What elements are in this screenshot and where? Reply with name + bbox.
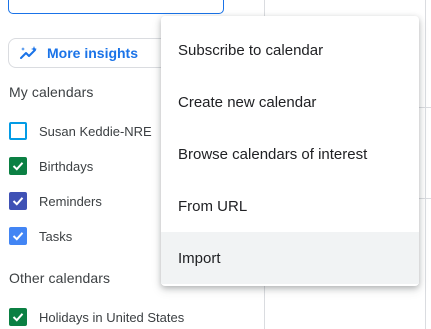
- menu-item-create-new[interactable]: Create new calendar: [161, 76, 419, 128]
- check-icon: [12, 162, 24, 171]
- other-calendars-heading[interactable]: Other calendars: [9, 270, 110, 286]
- my-calendars-heading[interactable]: My calendars: [9, 84, 93, 100]
- add-calendar-menu: Subscribe to calendar Create new calenda…: [161, 16, 419, 286]
- search-people-input[interactable]: [8, 0, 224, 14]
- checkbox-reminders[interactable]: [9, 192, 27, 210]
- calendar-grid-divider: [425, 0, 426, 329]
- checkbox-susan[interactable]: [9, 122, 27, 140]
- calendar-item-birthdays[interactable]: Birthdays: [9, 156, 93, 176]
- check-icon: [12, 313, 24, 322]
- checkbox-tasks[interactable]: [9, 227, 27, 245]
- menu-item-subscribe[interactable]: Subscribe to calendar: [161, 24, 419, 76]
- calendar-item-holidays[interactable]: Holidays in United States: [9, 307, 184, 327]
- checkbox-birthdays[interactable]: [9, 157, 27, 175]
- menu-item-from-url[interactable]: From URL: [161, 180, 419, 232]
- calendar-item-susan[interactable]: Susan Keddie-NRE: [9, 121, 152, 141]
- calendar-label-susan: Susan Keddie-NRE: [39, 123, 152, 139]
- insights-sparkle-icon: [19, 45, 39, 61]
- calendar-label-reminders: Reminders: [39, 193, 102, 209]
- calendar-label-holidays: Holidays in United States: [39, 309, 185, 325]
- check-icon: [12, 232, 24, 241]
- calendar-label-tasks: Tasks: [39, 228, 73, 244]
- check-icon: [12, 197, 24, 206]
- menu-item-import[interactable]: Import: [161, 232, 419, 284]
- menu-item-browse[interactable]: Browse calendars of interest: [161, 128, 419, 180]
- checkbox-holidays[interactable]: [9, 308, 27, 326]
- calendar-item-reminders[interactable]: Reminders: [9, 191, 102, 211]
- calendar-label-birthdays: Birthdays: [39, 158, 94, 174]
- calendar-item-tasks[interactable]: Tasks: [9, 226, 72, 246]
- more-insights-label: More insights: [47, 45, 139, 61]
